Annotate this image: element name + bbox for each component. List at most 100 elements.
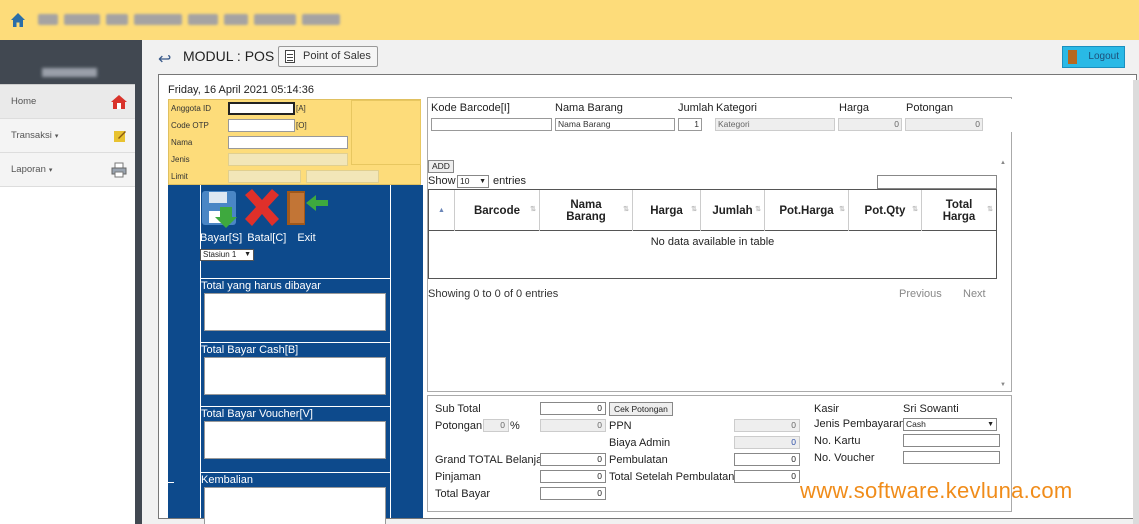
nama-barang-input[interactable]: Nama Barang [555, 118, 675, 131]
jenis-input [228, 153, 348, 166]
pagination-next[interactable]: Next [963, 288, 986, 300]
sidebar-item-laporan[interactable]: Laporan ▾ [0, 153, 135, 187]
total-bayar-label: Total Bayar [435, 488, 491, 500]
potongan-percent-input: 0 [483, 419, 509, 432]
jumlah-input[interactable]: 1 [678, 118, 702, 131]
no-kartu-label: No. Kartu [814, 435, 861, 447]
sidebar-item-home[interactable]: Home [0, 85, 135, 119]
exit-button[interactable]: Exit [297, 232, 315, 244]
column-header-barcode[interactable]: Barcode ⇅ [455, 190, 540, 231]
jenis-pembayaran-select[interactable]: Cash ▼ [903, 418, 997, 431]
no-voucher-input[interactable] [903, 451, 1000, 464]
percent-sign: % [510, 420, 520, 432]
otp-input[interactable] [228, 119, 295, 132]
total-harus-dibayar-label: Total yang harus dibayar [201, 280, 321, 292]
total-bayar-voucher-input[interactable] [204, 421, 386, 459]
chevron-down-icon: ▼ [987, 421, 994, 428]
column-header-jumlah[interactable]: Jumlah ⇅ [701, 190, 765, 231]
table-info: Showing 0 to 0 of 0 entries [428, 288, 559, 300]
cancel-icon[interactable] [245, 189, 279, 226]
column-header-pot-harga[interactable]: Pot.Harga ⇅ [765, 190, 849, 231]
potongan-input: 0 [905, 118, 983, 131]
entries-selected-value: 10 [460, 176, 470, 186]
main-content: ↩ MODUL : POS Point of Sales Logout Frid… [142, 40, 1139, 524]
sidebar-item-label: Home [11, 96, 37, 107]
total-bayar-cash-label: Total Bayar Cash[B] [201, 344, 299, 356]
product-entry-form: Kode Barcode[I] Nama Barang Jumlah Kateg… [429, 99, 1012, 132]
subtotal-value: 0 [540, 402, 606, 415]
entries-select[interactable]: 10 ▼ [457, 175, 489, 188]
biaya-admin-value: 0 [734, 436, 800, 449]
stasiun-selected-value: Stasiun 1 [203, 250, 237, 259]
kode-barcode-input[interactable] [431, 118, 552, 131]
bayar-button[interactable]: Bayar[S] [200, 232, 242, 244]
printer-icon [111, 162, 127, 177]
grand-total-value: 0 [540, 453, 606, 466]
scroll-up-arrow[interactable]: ▲ [1000, 160, 1006, 166]
pembulatan-value: 0 [734, 453, 800, 466]
show-label: Show [428, 175, 456, 187]
table-search-input[interactable] [877, 175, 997, 189]
column-header-total-harga[interactable]: Total Harga ⇅ [922, 190, 996, 231]
total-bayar-cash-input[interactable] [204, 357, 386, 395]
sort-icon: ⇅ [530, 206, 536, 213]
kembalian-display [204, 487, 386, 524]
exit-door-icon[interactable] [287, 191, 328, 225]
nama-barang-label: Nama Barang [555, 102, 623, 114]
anggota-id-hint: [A] [296, 104, 306, 113]
limit-secondary-input [306, 170, 379, 183]
member-info-box: Anggota ID [A] Code OTP [O] Nama Jenis L… [168, 99, 421, 185]
kembalian-block: Kembalian [200, 472, 391, 524]
sort-icon: ⇅ [839, 206, 845, 213]
no-voucher-label: No. Voucher [814, 452, 875, 464]
column-header-harga[interactable]: Harga ⇅ [633, 190, 701, 231]
point-of-sales-label: Point of Sales [303, 50, 371, 62]
add-button[interactable]: ADD [428, 160, 454, 173]
jenis-label: Jenis [171, 155, 190, 164]
potongan-label: Potongan [435, 420, 483, 432]
pinjaman-label: Pinjaman [435, 471, 481, 483]
ppn-value: 0 [734, 419, 800, 432]
column-header-pot-qty[interactable]: Pot.Qty ⇅ [849, 190, 922, 231]
column-header-nama-barang[interactable]: Nama Barang ⇅ [540, 190, 633, 231]
batal-button[interactable]: Batal[C] [247, 232, 286, 244]
product-list-area: ADD Show 10 ▼ entries ▲ ▼ ▲ Barcode ⇅ Nam… [427, 97, 1012, 392]
point-of-sales-button[interactable]: Point of Sales [278, 46, 378, 67]
total-setelah-pembulatan-label: Total Setelah Pembulatan [609, 471, 735, 483]
scroll-down-arrow[interactable]: ▼ [1000, 382, 1006, 388]
no-kartu-input[interactable] [903, 434, 1000, 447]
sort-icon: ⇅ [623, 206, 629, 213]
anggota-id-input[interactable] [228, 102, 295, 115]
pinjaman-value: 0 [540, 470, 606, 483]
items-table: ▲ Barcode ⇅ Nama Barang ⇅ Harga ⇅ Jumlah ⇅ P… [428, 189, 997, 279]
logout-button[interactable]: Logout [1062, 46, 1125, 68]
current-datetime: Friday, 16 April 2021 05:14:36 [168, 84, 314, 96]
jumlah-label: Jumlah [678, 102, 714, 114]
pagination-previous[interactable]: Previous [899, 288, 942, 300]
jenis-pembayaran-label: Jenis Pembayaran [814, 418, 906, 430]
nama-input[interactable] [228, 136, 348, 149]
ppn-label: PPN [609, 420, 632, 432]
subtotal-label: Sub Total [435, 403, 481, 415]
save-icon[interactable] [202, 191, 237, 228]
sidebar-item-transaksi[interactable]: Transaksi ▾ [0, 119, 135, 153]
table-empty-message: No data available in table [650, 236, 775, 248]
total-bayar-value: 0 [540, 487, 606, 500]
kasir-label: Kasir [814, 403, 840, 415]
cek-potongan-button[interactable]: Cek Potongan [609, 402, 673, 416]
document-icon [285, 50, 295, 63]
potongan-value: 0 [540, 419, 606, 432]
column-header-index[interactable]: ▲ [429, 190, 455, 231]
sidebar-item-label: Laporan [11, 164, 46, 175]
stasiun-select[interactable]: Stasiun 1 ▼ [200, 249, 254, 261]
nama-label: Nama [171, 138, 193, 147]
total-harus-dibayar-display [204, 293, 386, 331]
sidebar-item-label: Transaksi [11, 130, 52, 141]
limit-label: Limit [171, 172, 188, 181]
biaya-admin-label: Biaya Admin [609, 437, 671, 449]
page-scrollbar[interactable] [1133, 80, 1139, 524]
home-icon[interactable] [10, 12, 26, 28]
harga-input: 0 [838, 118, 902, 131]
top-bar [0, 0, 1139, 40]
sidebar-menu: Home Transaksi ▾ Laporan ▾ [0, 84, 135, 524]
